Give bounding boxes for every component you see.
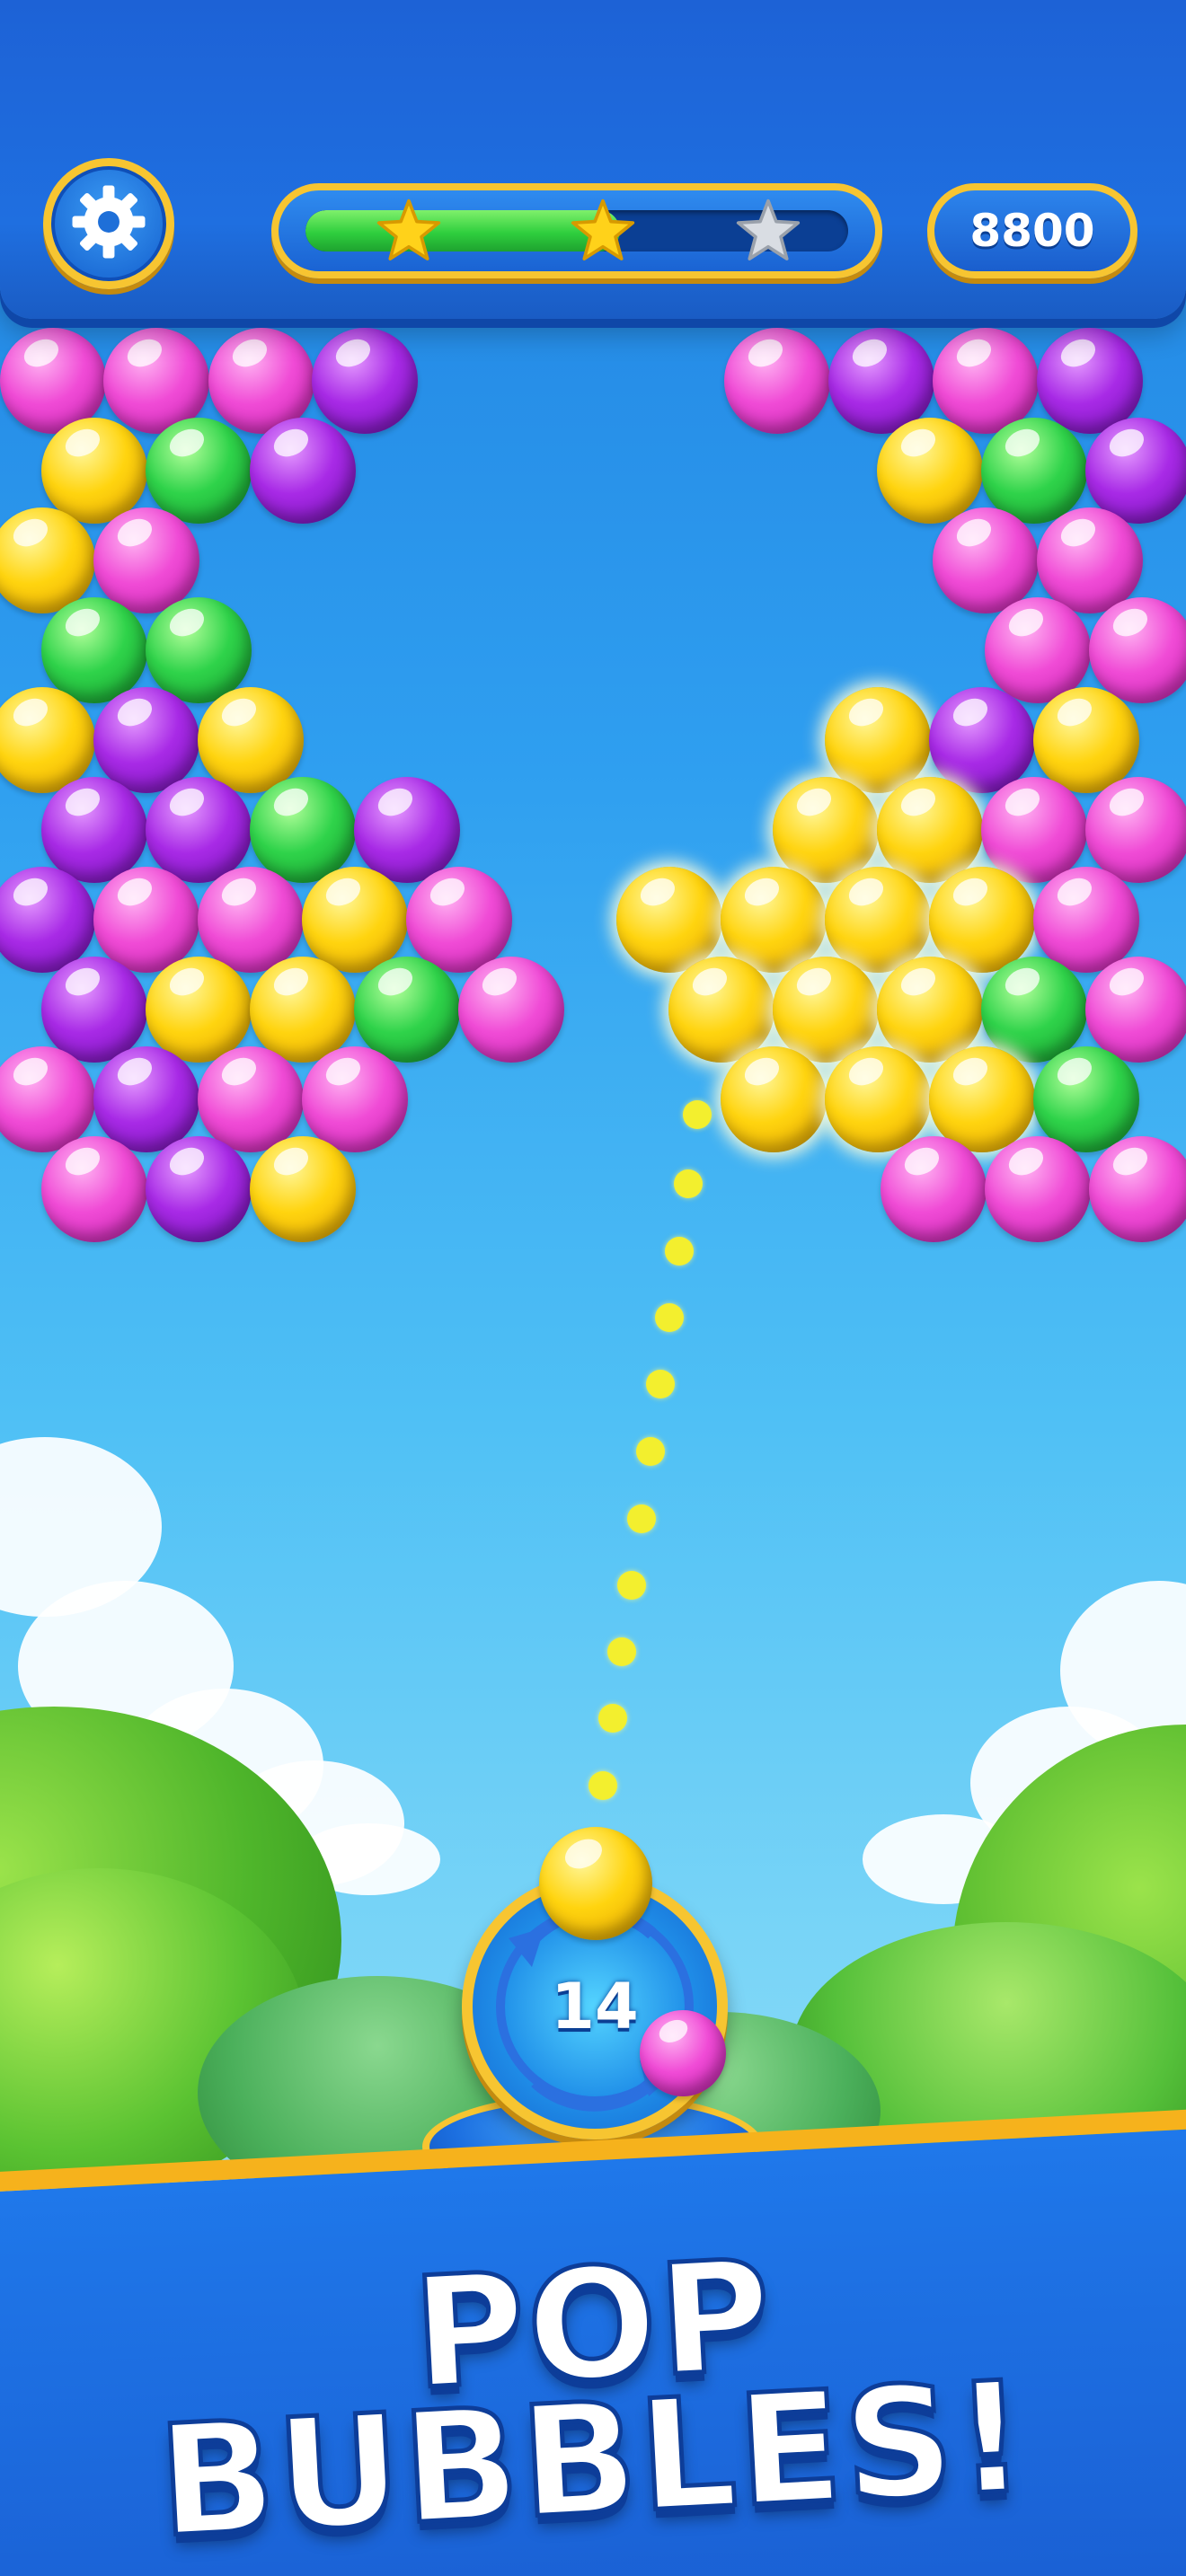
yellow-bubble [825, 687, 931, 793]
green-bubble [41, 597, 147, 703]
yellow-bubble [302, 867, 408, 973]
star-icon [570, 198, 636, 264]
gear-icon [67, 181, 150, 267]
purple-bubble [41, 777, 147, 883]
yellow-bubble [877, 957, 983, 1063]
settings-button[interactable] [43, 158, 174, 289]
yellow-bubble [825, 1046, 931, 1152]
purple-bubble [146, 777, 252, 883]
yellow-bubble [877, 777, 983, 883]
pink-bubble [1085, 957, 1186, 1063]
yellow-bubble [146, 957, 252, 1063]
yellow-bubble [773, 777, 879, 883]
star-icon [735, 198, 801, 264]
current-bubble[interactable] [539, 1827, 652, 1940]
yellow-bubble [0, 687, 95, 793]
yellow-bubble [721, 1046, 827, 1152]
pink-bubble [985, 1136, 1091, 1242]
yellow-bubble [825, 867, 931, 973]
game-screen[interactable]: 8800 14 POP BUBBLES! [0, 0, 1186, 2576]
pink-bubble [1033, 867, 1139, 973]
aim-dot [655, 1303, 684, 1332]
aim-dot [627, 1504, 656, 1533]
purple-bubble [146, 1136, 252, 1242]
pink-bubble [458, 957, 564, 1063]
yellow-bubble [198, 687, 304, 793]
pink-bubble [198, 867, 304, 973]
green-bubble [981, 418, 1087, 524]
yellow-bubble [0, 507, 95, 613]
yellow-bubble [41, 418, 147, 524]
yellow-bubble [250, 1136, 356, 1242]
purple-bubble [41, 957, 147, 1063]
score-display: 8800 [927, 183, 1137, 278]
pink-bubble [0, 1046, 95, 1152]
green-bubble [250, 777, 356, 883]
pink-bubble [198, 1046, 304, 1152]
pink-bubble [933, 507, 1039, 613]
yellow-bubble [929, 867, 1035, 973]
next-bubble[interactable] [640, 2010, 726, 2096]
aim-dot [636, 1437, 665, 1466]
score-value: 8800 [969, 205, 1095, 257]
aim-dot [617, 1571, 646, 1600]
yellow-bubble [616, 867, 722, 973]
green-bubble [1033, 1046, 1139, 1152]
pink-bubble [41, 1136, 147, 1242]
pink-bubble [724, 328, 830, 434]
yellow-bubble [721, 867, 827, 973]
purple-bubble [929, 687, 1035, 793]
green-bubble [981, 957, 1087, 1063]
purple-bubble [93, 1046, 199, 1152]
yellow-bubble [877, 418, 983, 524]
aim-dot [598, 1704, 627, 1733]
top-bar: 8800 [0, 0, 1186, 319]
yellow-bubble [250, 957, 356, 1063]
aim-dot [674, 1169, 703, 1198]
aim-dot [683, 1100, 712, 1129]
purple-bubble [0, 867, 95, 973]
yellow-bubble [773, 957, 879, 1063]
aim-dot [607, 1637, 636, 1666]
yellow-bubble [668, 957, 774, 1063]
pink-bubble [406, 867, 512, 973]
pink-bubble [93, 867, 199, 973]
purple-bubble [312, 328, 418, 434]
aim-dot [589, 1771, 617, 1800]
purple-bubble [93, 687, 199, 793]
pink-bubble [1089, 597, 1186, 703]
green-bubble [354, 957, 460, 1063]
green-bubble [146, 597, 252, 703]
pink-bubble [981, 777, 1087, 883]
pink-bubble [1089, 1136, 1186, 1242]
pink-bubble [881, 1136, 987, 1242]
level-progress-bar [271, 183, 882, 278]
aim-dot [646, 1370, 675, 1398]
star-icon [376, 198, 442, 264]
purple-bubble [250, 418, 356, 524]
pink-bubble [93, 507, 199, 613]
aim-dot [665, 1237, 694, 1266]
purple-bubble [354, 777, 460, 883]
yellow-bubble [1033, 687, 1139, 793]
yellow-bubble [929, 1046, 1035, 1152]
pink-bubble [1085, 777, 1186, 883]
green-bubble [146, 418, 252, 524]
pink-bubble [302, 1046, 408, 1152]
pink-bubble [1037, 507, 1143, 613]
